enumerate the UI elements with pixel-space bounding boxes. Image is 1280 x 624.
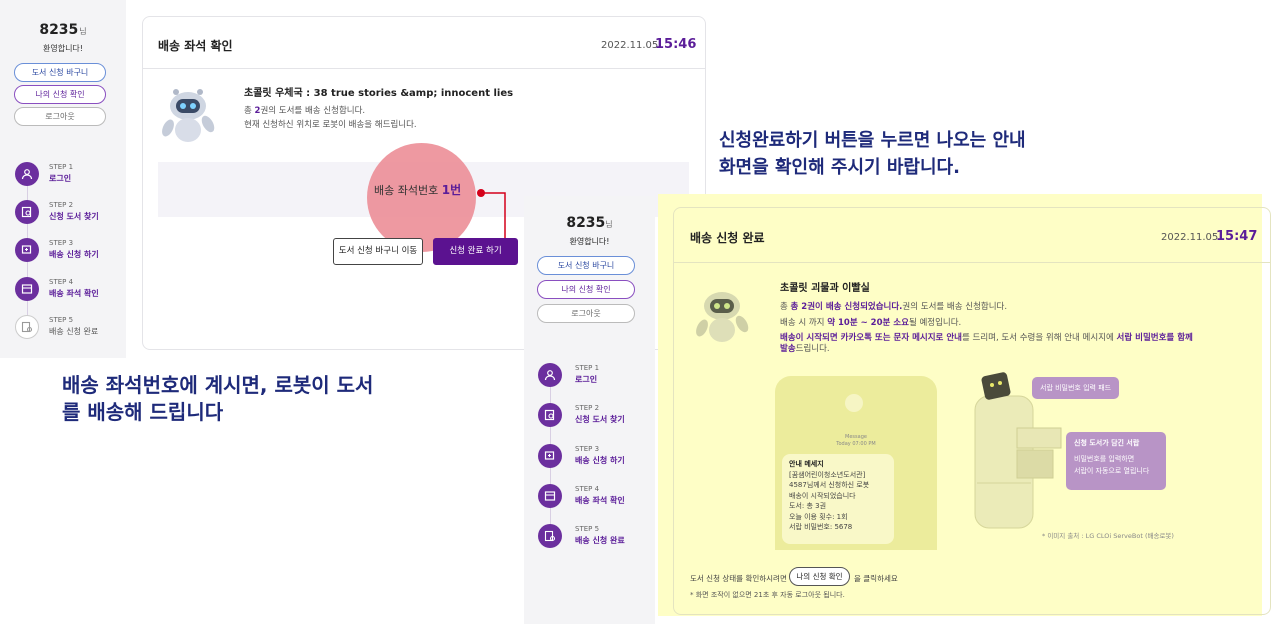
divider — [143, 68, 705, 69]
user-id: 8235님 — [39, 22, 87, 38]
logout-notice: * 화면 조작이 없으면 21초 후 자동 로그아웃 됩니다. — [690, 591, 845, 599]
basket-move-button[interactable]: 도서 신청 바구니 이동 — [333, 238, 423, 265]
complete-request-button[interactable]: 신청 완료 하기 — [433, 238, 518, 265]
request-summary: 총 2권의 도서를 배송 신청합니다. — [244, 106, 366, 116]
phone-header: Message Today 07:00 PM — [836, 434, 876, 447]
date: 2022.11.05 — [601, 40, 659, 51]
book-title: 초콜릿 우체국 : 38 true stories &amp; innocent… — [244, 88, 514, 99]
logout-button[interactable]: 로그아웃 — [14, 107, 106, 126]
book-search-icon — [15, 200, 39, 224]
complete-icon — [15, 315, 39, 339]
book-title-2: 초콜릿 괴물과 이빨실 — [780, 283, 870, 294]
seat-check-icon — [15, 277, 39, 301]
delivery-time-info: 배송 시 까지 약 10분 ~ 20분 소요될 예정입니다. — [780, 318, 962, 328]
note-left: 배송 좌석번호에 계시면, 로봇이 도서 를 배송해 드립니다 — [62, 373, 374, 424]
my-request-footer-button[interactable]: 나의 신청 확인 — [789, 567, 850, 586]
divider-2 — [674, 262, 1270, 263]
welcome-text: 환영합니다! — [42, 44, 83, 53]
my-request-button[interactable]: 나의 신청 확인 — [14, 85, 106, 104]
page-title: 배송 좌석 확인 — [158, 39, 233, 53]
seat-check-icon — [538, 484, 562, 508]
note-right: 신청완료하기 버튼을 누르면 나오는 안내 화면을 확인해 주시기 바랍니다. — [719, 130, 1026, 178]
image-source: * 이미지 출처 : LG CLOi ServeBot (배송로봇) — [1042, 532, 1174, 540]
my-request-button-2[interactable]: 나의 신청 확인 — [537, 280, 635, 299]
cart-add-icon — [15, 238, 39, 262]
basket-button-2[interactable]: 도서 신청 바구니 — [537, 256, 635, 275]
sidebar-left: 8235님 환영합니다! 도서 신청 바구니 나의 신청 확인 로그아웃 STE… — [0, 0, 126, 358]
book-search-icon — [538, 403, 562, 427]
footer-text-post: 을 클릭하세요 — [854, 574, 898, 583]
basket-button[interactable]: 도서 신청 바구니 — [14, 63, 106, 82]
date-2: 2022.11.05 — [1161, 232, 1219, 243]
time: 15:46 — [655, 37, 697, 52]
time-2: 15:47 — [1216, 229, 1258, 244]
message-bubble: 안내 메세지 [꿈샘어린이청소년도서관] 4587님께서 신청하신 로봇 배송이… — [782, 454, 894, 544]
welcome-text-2: 환영합니다! — [569, 237, 610, 246]
user-id-2: 8235님 — [566, 215, 613, 231]
robot-mascot-icon — [690, 284, 754, 350]
keypad-tag: 서랍 비밀번호 입력 패드 — [1032, 377, 1120, 399]
drawer-tag: 신청 도서가 담긴 서랍 비밀번호를 입력하면 서랍이 자동으로 열립니다 — [1066, 432, 1166, 490]
seat-number-label: 배송 좌석번호 1번 — [374, 183, 462, 197]
logout-button-2[interactable]: 로그아웃 — [537, 304, 635, 323]
notification-info-2: 발송드립니다. — [780, 344, 830, 354]
contact-avatar — [845, 394, 863, 412]
request-summary-2: 총 총 2권이 배송 신청되었습니다.권의 도서를 배송 신청합니다. — [780, 302, 1008, 312]
delivery-info: 현재 신청하신 위치로 로봇이 배송을 해드립니다. — [244, 120, 417, 130]
footer-text-pre: 도서 신청 상태를 확인하시려면 — [690, 574, 787, 583]
user-icon — [15, 162, 39, 186]
cart-add-icon — [538, 444, 562, 468]
page-title-2: 배송 신청 완료 — [690, 231, 765, 245]
complete-icon — [538, 524, 562, 548]
robot-mascot-icon — [156, 84, 220, 150]
user-icon — [538, 363, 562, 387]
notification-info: 배송이 시작되면 카카오톡 또는 문자 메시지로 안내를 드리며, 도서 수령을… — [780, 333, 1193, 343]
